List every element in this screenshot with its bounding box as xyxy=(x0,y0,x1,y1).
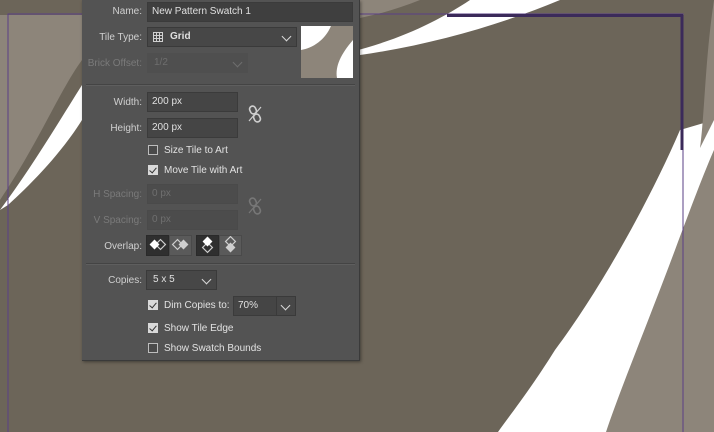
overlap-right-in-front-icon xyxy=(171,238,189,251)
name-field[interactable]: New Pattern Swatch 1 xyxy=(147,2,353,22)
separator xyxy=(86,84,355,86)
width-field[interactable]: 200 px xyxy=(147,92,238,112)
checkbox-box[interactable] xyxy=(148,165,158,175)
overlap-top-in-front-button[interactable] xyxy=(196,235,219,256)
dim-copies-field[interactable]: 70% xyxy=(233,296,277,316)
tile-type-value: Grid xyxy=(170,31,191,42)
grid-icon xyxy=(153,32,163,42)
chain-link-icon[interactable] xyxy=(247,105,263,123)
tile-type-select[interactable]: Grid xyxy=(147,27,297,47)
checkbox-box[interactable] xyxy=(148,145,158,155)
chevron-down-icon xyxy=(281,31,292,42)
brick-offset-value: 1/2 xyxy=(154,57,168,68)
show-swatch-bounds-label: Show Swatch Bounds xyxy=(164,343,262,354)
overlap-bottom-in-front-icon xyxy=(224,235,237,253)
copies-select[interactable]: 5 x 5 xyxy=(146,270,217,290)
h-spacing-label: H Spacing: xyxy=(93,189,142,200)
chevron-down-icon xyxy=(280,300,291,311)
chevron-down-icon xyxy=(232,57,243,68)
brick-offset-label: Brick Offset: xyxy=(87,58,142,69)
checkbox-box[interactable] xyxy=(148,343,158,353)
dim-copies-label: Dim Copies to: xyxy=(164,300,230,311)
brick-offset-select: 1/2 xyxy=(147,53,248,73)
dim-copies-dropdown[interactable] xyxy=(276,296,296,316)
name-label: Name: xyxy=(112,6,142,17)
overlap-bottom-in-front-button[interactable] xyxy=(219,235,242,256)
tile-preview xyxy=(301,26,353,78)
height-label: Height: xyxy=(110,123,142,134)
tile-type-label: Tile Type: xyxy=(99,32,142,43)
height-field[interactable]: 200 px xyxy=(147,118,238,138)
overlap-left-in-front-icon xyxy=(149,238,167,251)
pattern-options-panel: Name: New Pattern Swatch 1 Tile Type: Gr… xyxy=(82,0,360,361)
chevron-down-icon xyxy=(201,274,212,285)
width-label: Width: xyxy=(113,97,142,108)
size-tile-to-art-label: Size Tile to Art xyxy=(164,145,228,156)
copies-label: Copies: xyxy=(108,275,142,286)
overlap-label: Overlap: xyxy=(104,241,142,252)
v-spacing-field: 0 px xyxy=(147,210,238,230)
show-tile-edge-label: Show Tile Edge xyxy=(164,323,234,334)
checkbox-box[interactable] xyxy=(148,300,158,310)
overlap-top-in-front-icon xyxy=(201,236,214,254)
checkbox-box[interactable] xyxy=(148,323,158,333)
separator xyxy=(86,263,355,265)
overlap-right-in-front-button[interactable] xyxy=(169,235,192,256)
copies-value: 5 x 5 xyxy=(153,274,175,285)
move-tile-with-art-label: Move Tile with Art xyxy=(164,165,243,176)
chain-link-icon xyxy=(248,197,262,215)
h-spacing-field: 0 px xyxy=(147,184,238,204)
overlap-left-in-front-button[interactable] xyxy=(146,235,169,256)
v-spacing-label: V Spacing: xyxy=(93,215,142,226)
